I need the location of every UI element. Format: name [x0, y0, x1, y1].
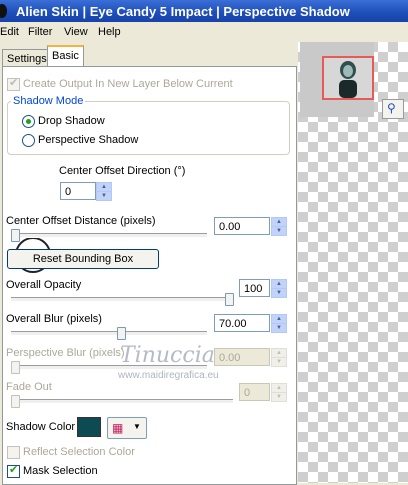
- fade-out-track[interactable]: [11, 399, 233, 404]
- overall-opacity-spinner[interactable]: ▲ ▼: [271, 279, 287, 298]
- window-title: Alien Skin | Eye Candy 5 Impact | Perspe…: [16, 4, 350, 19]
- app-icon: [0, 4, 7, 18]
- perspective-shadow-radio[interactable]: [22, 134, 35, 147]
- overall-blur-track[interactable]: [11, 331, 207, 336]
- menu-help[interactable]: Help: [98, 26, 121, 38]
- navigator-view-frame[interactable]: [322, 56, 374, 100]
- center-offset-direction-field[interactable]: 0: [60, 182, 96, 200]
- center-offset-direction-spinner[interactable]: ▲ ▼: [96, 182, 112, 201]
- perspective-shadow-label: Perspective Shadow: [38, 134, 139, 146]
- reflect-selection-color-checkbox[interactable]: [7, 446, 20, 459]
- center-offset-distance-spinner[interactable]: ▲ ▼: [271, 217, 287, 236]
- reset-bounding-box-button[interactable]: Reset Bounding Box: [7, 249, 159, 269]
- menu-edit[interactable]: Edit: [0, 26, 19, 38]
- zoom-tool-button[interactable]: ⚲: [382, 99, 404, 119]
- basic-panel: ✔ Create Output In New Layer Below Curre…: [2, 66, 297, 485]
- perspective-blur-thumb[interactable]: [11, 361, 20, 374]
- center-offset-distance-thumb[interactable]: [11, 229, 20, 242]
- shadow-mode-group: [7, 101, 290, 155]
- drop-shadow-label: Drop Shadow: [38, 115, 105, 127]
- overall-opacity-thumb[interactable]: [225, 293, 234, 306]
- shadow-color-label: Shadow Color: [6, 421, 76, 433]
- center-offset-direction-label: Center Offset Direction (°): [59, 165, 186, 177]
- color-picker-dropdown[interactable]: ▦ ▼: [107, 417, 147, 439]
- chevron-down-icon: ▼: [133, 422, 141, 431]
- shadow-mode-title: Shadow Mode: [11, 95, 86, 107]
- fade-out-label: Fade Out: [6, 381, 52, 393]
- menu-filter[interactable]: Filter: [28, 26, 52, 38]
- preview-figure: [339, 61, 357, 98]
- magnifier-icon: ⚲: [387, 101, 396, 115]
- overall-opacity-track[interactable]: [11, 297, 233, 302]
- shadow-color-swatch[interactable]: [77, 417, 101, 437]
- reflect-selection-color-label: Reflect Selection Color: [23, 446, 135, 458]
- mask-selection-checkbox[interactable]: ✔: [7, 464, 20, 478]
- perspective-blur-field[interactable]: 0.00: [214, 348, 270, 366]
- overall-opacity-field[interactable]: 100: [239, 279, 270, 297]
- palette-icon: ▦: [112, 421, 124, 435]
- fade-out-field[interactable]: 0: [239, 383, 270, 401]
- title-bar: Alien Skin | Eye Candy 5 Impact | Perspe…: [0, 0, 408, 22]
- overall-blur-label: Overall Blur (pixels): [6, 313, 102, 325]
- center-offset-distance-label: Center Offset Distance (pixels): [6, 215, 156, 227]
- drop-shadow-radio[interactable]: [22, 115, 35, 128]
- fade-out-spinner[interactable]: ▲ ▼: [271, 383, 287, 402]
- menu-bar: Edit Filter View Help: [0, 22, 408, 42]
- center-offset-distance-field[interactable]: 0.00: [214, 217, 270, 235]
- overall-opacity-label: Overall Opacity: [6, 279, 82, 291]
- perspective-blur-spinner[interactable]: ▲ ▼: [271, 348, 287, 367]
- menu-view[interactable]: View: [64, 26, 88, 38]
- watermark-name: Tinuccia: [120, 343, 215, 368]
- fade-out-thumb[interactable]: [11, 395, 20, 408]
- create-output-label: Create Output In New Layer Below Current: [23, 78, 233, 90]
- perspective-blur-label: Perspective Blur (pixels): [6, 347, 125, 359]
- overall-blur-spinner[interactable]: ▲ ▼: [271, 314, 287, 333]
- overall-blur-field[interactable]: 70.00: [214, 314, 270, 332]
- navigator-thumbnail[interactable]: [300, 42, 374, 117]
- center-offset-distance-track[interactable]: [11, 233, 207, 238]
- overall-blur-thumb[interactable]: [117, 327, 126, 340]
- create-output-checkbox[interactable]: ✔: [7, 77, 20, 91]
- mask-selection-label: Mask Selection: [23, 465, 98, 477]
- watermark-url: www.maidiregrafica.eu: [118, 370, 219, 381]
